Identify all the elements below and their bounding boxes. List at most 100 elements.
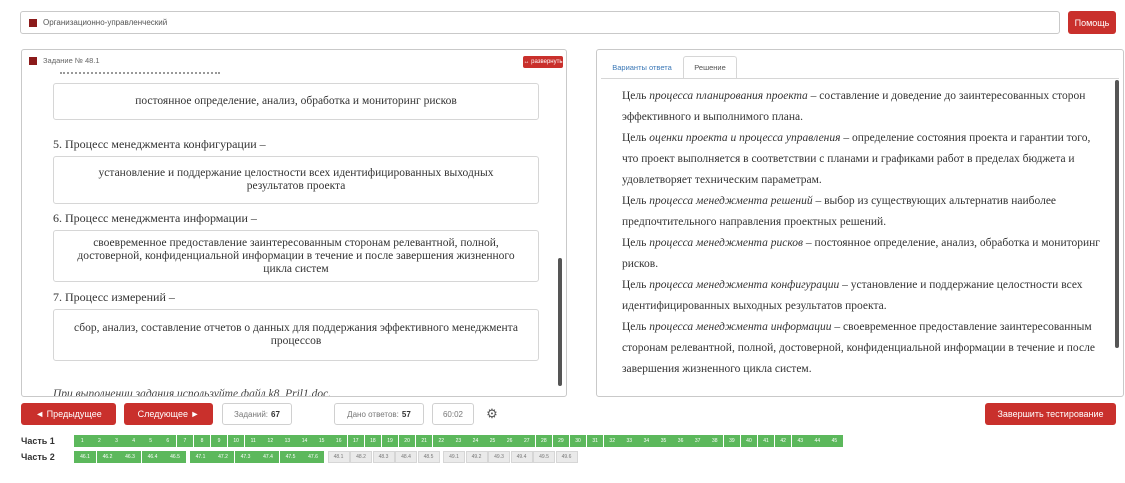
question-cell[interactable]: 24 bbox=[467, 435, 484, 447]
question-cell[interactable]: 48.4 bbox=[395, 451, 417, 463]
question-cell[interactable]: 46.5 bbox=[164, 451, 186, 463]
question-cell[interactable]: 15 bbox=[313, 435, 330, 447]
solution-term: процесса планирования проекта bbox=[649, 90, 808, 102]
question-cell[interactable]: 27 bbox=[518, 435, 536, 447]
question-cell[interactable]: 4 bbox=[125, 435, 142, 447]
section-label: Организационно-управленческий bbox=[43, 18, 168, 27]
question-cell[interactable]: 17 bbox=[347, 435, 365, 447]
section-marker-icon bbox=[29, 18, 37, 27]
question-cell[interactable]: 2 bbox=[91, 435, 108, 447]
expand-button[interactable]: ↔ развернуть bbox=[523, 56, 563, 68]
solution-paragraph: Цель процесса планирования проекта – сос… bbox=[622, 86, 1107, 128]
question-cell[interactable]: 49.3 bbox=[488, 451, 510, 463]
question-cell[interactable]: 23 bbox=[450, 435, 467, 447]
question-cell[interactable]: 46.2 bbox=[96, 451, 119, 463]
question-cell[interactable]: 47.6 bbox=[302, 451, 324, 463]
question-cell[interactable]: 48.5 bbox=[417, 451, 440, 463]
tab-solution[interactable]: Решение bbox=[683, 56, 737, 78]
part1-question-strip: 1 2 3 4 5 6 7 8 9 10 11 12 13 14 15 16 17 18 19 20 21 22 23 24 2… bbox=[74, 435, 843, 447]
question-cell[interactable]: 43 bbox=[791, 435, 809, 447]
question-cell[interactable]: 14 bbox=[296, 435, 313, 447]
question-cell[interactable]: 8 bbox=[193, 435, 211, 447]
question-cell[interactable]: 47.5 bbox=[279, 451, 302, 463]
question-cell[interactable]: 20 bbox=[398, 435, 416, 447]
solution-term: процесса менеджмента конфигурации bbox=[649, 279, 840, 291]
question-cell[interactable]: 49.2 bbox=[465, 451, 488, 463]
question-cell[interactable]: 30 bbox=[569, 435, 587, 447]
question-cell[interactable]: 40 bbox=[740, 435, 758, 447]
question-cell[interactable]: 39 bbox=[723, 435, 741, 447]
question-cell[interactable]: 25 bbox=[484, 435, 501, 447]
process-label-configuration: 5. Процесс менеджмента конфигурации – bbox=[53, 137, 266, 151]
task-content: постоянное определение, анализ, обработк… bbox=[22, 76, 566, 396]
part2-label: Часть 2 bbox=[21, 452, 55, 462]
solution-paragraph: Цель оценки проекта и процесса управлени… bbox=[622, 128, 1107, 191]
question-cell[interactable]: 38 bbox=[706, 435, 724, 447]
next-button[interactable]: Следующее ► bbox=[124, 403, 213, 425]
question-cell[interactable]: 33 bbox=[621, 435, 638, 447]
solution-text: Цель процесса планирования проекта – сос… bbox=[622, 86, 1107, 380]
question-cell[interactable]: 46.1 bbox=[74, 451, 96, 463]
tab-answer-options[interactable]: Варианты ответа bbox=[601, 56, 683, 78]
question-cell[interactable]: 47.1 bbox=[189, 451, 212, 463]
previous-button[interactable]: ◄ Предыдущее bbox=[21, 403, 116, 425]
question-cell[interactable]: 3 bbox=[108, 435, 125, 447]
solution-term: процесса менеджмента рисков bbox=[649, 237, 804, 249]
answer-box-measurement[interactable]: сбор, анализ, составление отчетов о данн… bbox=[53, 309, 539, 361]
question-cell[interactable]: 36 bbox=[672, 435, 689, 447]
question-cell[interactable]: 9 bbox=[210, 435, 228, 447]
question-cell[interactable]: 46.4 bbox=[141, 451, 164, 463]
question-cell[interactable]: 13 bbox=[279, 435, 296, 447]
question-cell[interactable]: 42 bbox=[774, 435, 792, 447]
task-scrollbar[interactable] bbox=[558, 258, 562, 386]
answer-box-information[interactable]: своевременное предоставление заинтересов… bbox=[53, 230, 539, 282]
finish-test-button[interactable]: Завершить тестирование bbox=[985, 403, 1116, 425]
question-cell[interactable]: 35 bbox=[655, 435, 672, 447]
question-cell[interactable]: 32 bbox=[603, 435, 621, 447]
question-cell[interactable]: 49.5 bbox=[533, 451, 555, 463]
question-cell[interactable]: 46.3 bbox=[119, 451, 141, 463]
question-cell[interactable]: 41 bbox=[757, 435, 775, 447]
question-cell[interactable]: 26 bbox=[501, 435, 518, 447]
question-cell[interactable]: 34 bbox=[638, 435, 655, 447]
question-cell[interactable]: 5 bbox=[142, 435, 159, 447]
question-cell[interactable]: 47.3 bbox=[234, 451, 257, 463]
question-cell[interactable]: 6 bbox=[159, 435, 177, 447]
task-header: Задание № 48.1 bbox=[29, 56, 100, 65]
solution-panel: Варианты ответа Решение Цель процесса пл… bbox=[596, 49, 1124, 397]
question-cell[interactable]: 31 bbox=[586, 435, 604, 447]
question-cell[interactable]: 49.1 bbox=[443, 451, 465, 463]
solution-prefix: Цель bbox=[622, 195, 650, 207]
question-cell[interactable]: 19 bbox=[381, 435, 399, 447]
question-cell[interactable]: 48.2 bbox=[350, 451, 372, 463]
question-cell[interactable]: 49.6 bbox=[555, 451, 578, 463]
question-cell[interactable]: 10 bbox=[227, 435, 245, 447]
question-cell[interactable]: 21 bbox=[415, 435, 433, 447]
solution-prefix: Цель bbox=[622, 321, 650, 333]
question-cell[interactable]: 45 bbox=[826, 435, 843, 447]
solution-scrollbar[interactable] bbox=[1115, 80, 1119, 348]
question-cell[interactable]: 11 bbox=[244, 435, 262, 447]
section-selector[interactable]: Организационно-управленческий bbox=[20, 11, 1060, 34]
gear-icon[interactable]: ⚙ bbox=[482, 404, 502, 424]
answer-box-configuration[interactable]: установление и поддержание целостности в… bbox=[53, 156, 539, 204]
question-cell[interactable]: 18 bbox=[364, 435, 382, 447]
question-cell[interactable]: 48.1 bbox=[327, 451, 350, 463]
question-cell[interactable]: 44 bbox=[809, 435, 826, 447]
question-cell[interactable]: 28 bbox=[535, 435, 553, 447]
question-cell[interactable]: 47.4 bbox=[257, 451, 279, 463]
solution-prefix: Цель bbox=[622, 237, 650, 249]
help-button[interactable]: Помощь bbox=[1068, 11, 1116, 34]
question-cell[interactable]: 29 bbox=[552, 435, 570, 447]
question-cell[interactable]: 1 bbox=[74, 435, 91, 447]
question-cell[interactable]: 16 bbox=[330, 435, 347, 447]
question-cell[interactable]: 37 bbox=[689, 435, 706, 447]
tab-divider bbox=[601, 78, 1119, 79]
question-cell[interactable]: 47.2 bbox=[212, 451, 234, 463]
answer-box-risks[interactable]: постоянное определение, анализ, обработк… bbox=[53, 83, 539, 120]
question-cell[interactable]: 12 bbox=[262, 435, 279, 447]
question-cell[interactable]: 22 bbox=[432, 435, 450, 447]
question-cell[interactable]: 7 bbox=[176, 435, 194, 447]
question-cell[interactable]: 49.4 bbox=[510, 451, 533, 463]
question-cell[interactable]: 48.3 bbox=[372, 451, 395, 463]
